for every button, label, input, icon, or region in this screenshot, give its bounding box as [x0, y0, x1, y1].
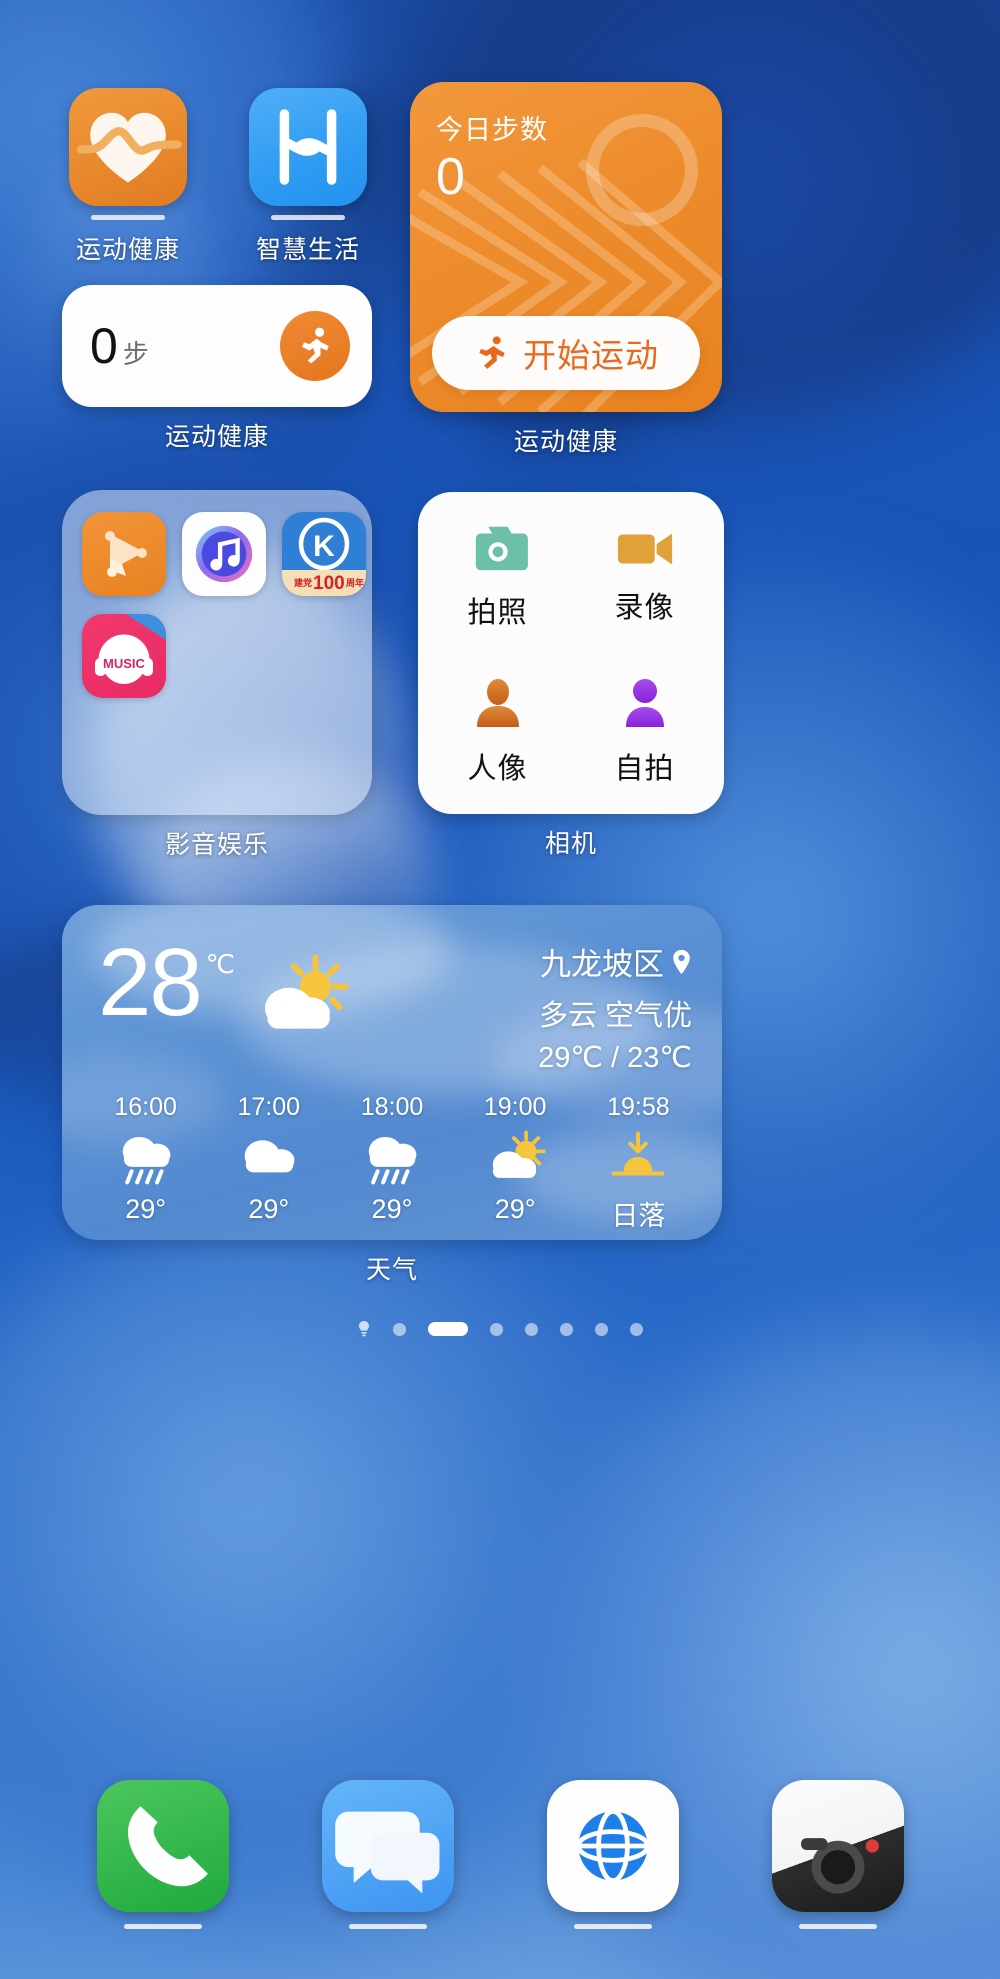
sun-behind-cloud-icon — [253, 955, 349, 1035]
svg-text:周年: 周年 — [346, 577, 364, 588]
svg-text:K: K — [313, 530, 335, 563]
location-pin-icon — [671, 949, 692, 975]
weather-hour-time: 19:00 — [484, 1093, 547, 1122]
weather-hour-time: 18:00 — [361, 1093, 424, 1122]
dock-app-camera[interactable] — [772, 1780, 904, 1929]
health-widget-label: 运动健康 — [410, 422, 722, 458]
page-dot[interactable] — [630, 1323, 643, 1336]
page-dot-active[interactable] — [428, 1322, 468, 1336]
dock-app-browser[interactable] — [547, 1780, 679, 1929]
weather-hour-temp: 29° — [372, 1194, 413, 1225]
smart-tips-bulb-icon[interactable] — [357, 1320, 371, 1338]
camera-widget-label: 相机 — [418, 824, 724, 860]
app-underline — [91, 215, 165, 220]
rain-cloud-icon — [361, 1129, 423, 1187]
dock — [0, 1780, 1000, 1929]
page-indicator[interactable] — [0, 1320, 1000, 1338]
svg-text:建党: 建党 — [294, 577, 312, 588]
sun-behind-cloud-icon — [484, 1129, 546, 1187]
dock-underline — [574, 1924, 652, 1929]
start-workout-button[interactable]: 开始运动 — [432, 316, 700, 390]
weather-high-low: 29℃ / 23℃ — [538, 1040, 692, 1075]
dock-underline — [124, 1924, 202, 1929]
health-widget-value: 0 — [436, 149, 698, 206]
portrait-person-icon — [470, 675, 526, 731]
weather-degree-unit: ℃ — [206, 949, 235, 980]
weather-hour-item: 19:58 日落 — [582, 1093, 694, 1233]
page-dot[interactable] — [393, 1323, 406, 1336]
weather-widget[interactable]: 28 ℃ — [62, 905, 722, 1286]
media-folder[interactable]: K 建党 100 周年 MUSIC — [62, 490, 372, 861]
weather-hour-temp: 29° — [495, 1194, 536, 1225]
folder-app-kuaishou[interactable]: K 建党 100 周年 — [282, 512, 366, 596]
dock-app-phone[interactable] — [97, 1780, 229, 1929]
folder-label: 影音娱乐 — [62, 825, 372, 861]
chat-bubbles-icon — [322, 1780, 454, 1912]
camera-icon — [467, 521, 529, 575]
weather-widget-label: 天气 — [62, 1250, 722, 1286]
steps-widget[interactable]: 0 步 运动健康 — [62, 285, 372, 453]
rain-cloud-icon — [115, 1129, 177, 1187]
camera-widget[interactable]: 拍照 录像 — [418, 492, 724, 860]
weather-hour-item: 19:00 — [459, 1093, 571, 1233]
page-dot[interactable] — [560, 1323, 573, 1336]
health-widget[interactable]: 今日步数 0 开始运动 运动健康 — [410, 82, 722, 458]
weather-hour-time: 16:00 — [114, 1093, 177, 1122]
app-label-health: 运动健康 — [48, 230, 208, 266]
weather-city: 九龙坡区 — [540, 939, 664, 984]
page-dot[interactable] — [595, 1323, 608, 1336]
runner-icon — [280, 311, 350, 381]
camera-shortcut-portrait[interactable]: 人像 — [424, 653, 571, 808]
weather-hour-temp: 日落 — [611, 1194, 665, 1233]
globe-icon — [547, 1780, 679, 1912]
steps-unit: 步 — [123, 334, 149, 371]
weather-hour-time: 19:58 — [607, 1093, 670, 1122]
runner-icon — [473, 334, 511, 372]
camera-shortcut-selfie[interactable]: 自拍 — [571, 653, 718, 808]
steps-widget-label: 运动健康 — [62, 417, 372, 453]
camera-shortcut-label: 录像 — [614, 584, 674, 626]
ai-life-h-icon — [249, 88, 367, 206]
health-widget-title: 今日步数 — [436, 108, 698, 147]
dock-app-messages[interactable] — [322, 1780, 454, 1929]
camera-shortcut-video[interactable]: 录像 — [571, 498, 718, 653]
app-label-smart-life: 智慧生活 — [228, 230, 388, 266]
camera-shortcut-photo[interactable]: 拍照 — [424, 498, 571, 653]
weather-hourly-forecast: 16:00 — [62, 1075, 722, 1233]
cloud-icon — [238, 1129, 300, 1187]
page-dot[interactable] — [525, 1323, 538, 1336]
app-icon-smart-life[interactable]: 智慧生活 — [228, 88, 388, 266]
heart-pulse-icon — [69, 88, 187, 206]
weather-hour-item: 18:00 — [336, 1093, 448, 1233]
app-icon-health[interactable]: 运动健康 — [48, 88, 208, 266]
weather-hour-time: 17:00 — [238, 1093, 301, 1122]
steps-count: 0 — [90, 321, 118, 371]
weather-hour-item: 16:00 — [90, 1093, 202, 1233]
selfie-person-icon — [617, 675, 673, 731]
weather-condition: 多云 空气优 — [538, 992, 692, 1034]
app-underline — [271, 215, 345, 220]
camera-shortcut-label: 拍照 — [467, 589, 527, 631]
camera-shortcut-label: 人像 — [467, 745, 527, 787]
folder-app-kugou-music[interactable]: MUSIC — [82, 614, 166, 698]
weather-hour-item: 17:00 29° — [213, 1093, 325, 1233]
folder-app-huawei-video[interactable] — [82, 512, 166, 596]
sunset-icon — [607, 1129, 669, 1187]
camera-lens-icon — [772, 1780, 904, 1912]
dock-underline — [349, 1924, 427, 1929]
phone-handset-icon — [97, 1780, 229, 1912]
dock-underline — [799, 1924, 877, 1929]
camera-shortcut-label: 自拍 — [614, 745, 674, 787]
start-workout-label: 开始运动 — [523, 329, 659, 377]
weather-temperature: 28 — [98, 939, 201, 1027]
page-dot[interactable] — [490, 1323, 503, 1336]
svg-text:100: 100 — [313, 573, 345, 594]
svg-text:MUSIC: MUSIC — [103, 656, 146, 671]
weather-hour-temp: 29° — [248, 1194, 289, 1225]
weather-hour-temp: 29° — [125, 1194, 166, 1225]
folder-app-huawei-music[interactable] — [182, 512, 266, 596]
video-camera-icon — [614, 526, 676, 570]
